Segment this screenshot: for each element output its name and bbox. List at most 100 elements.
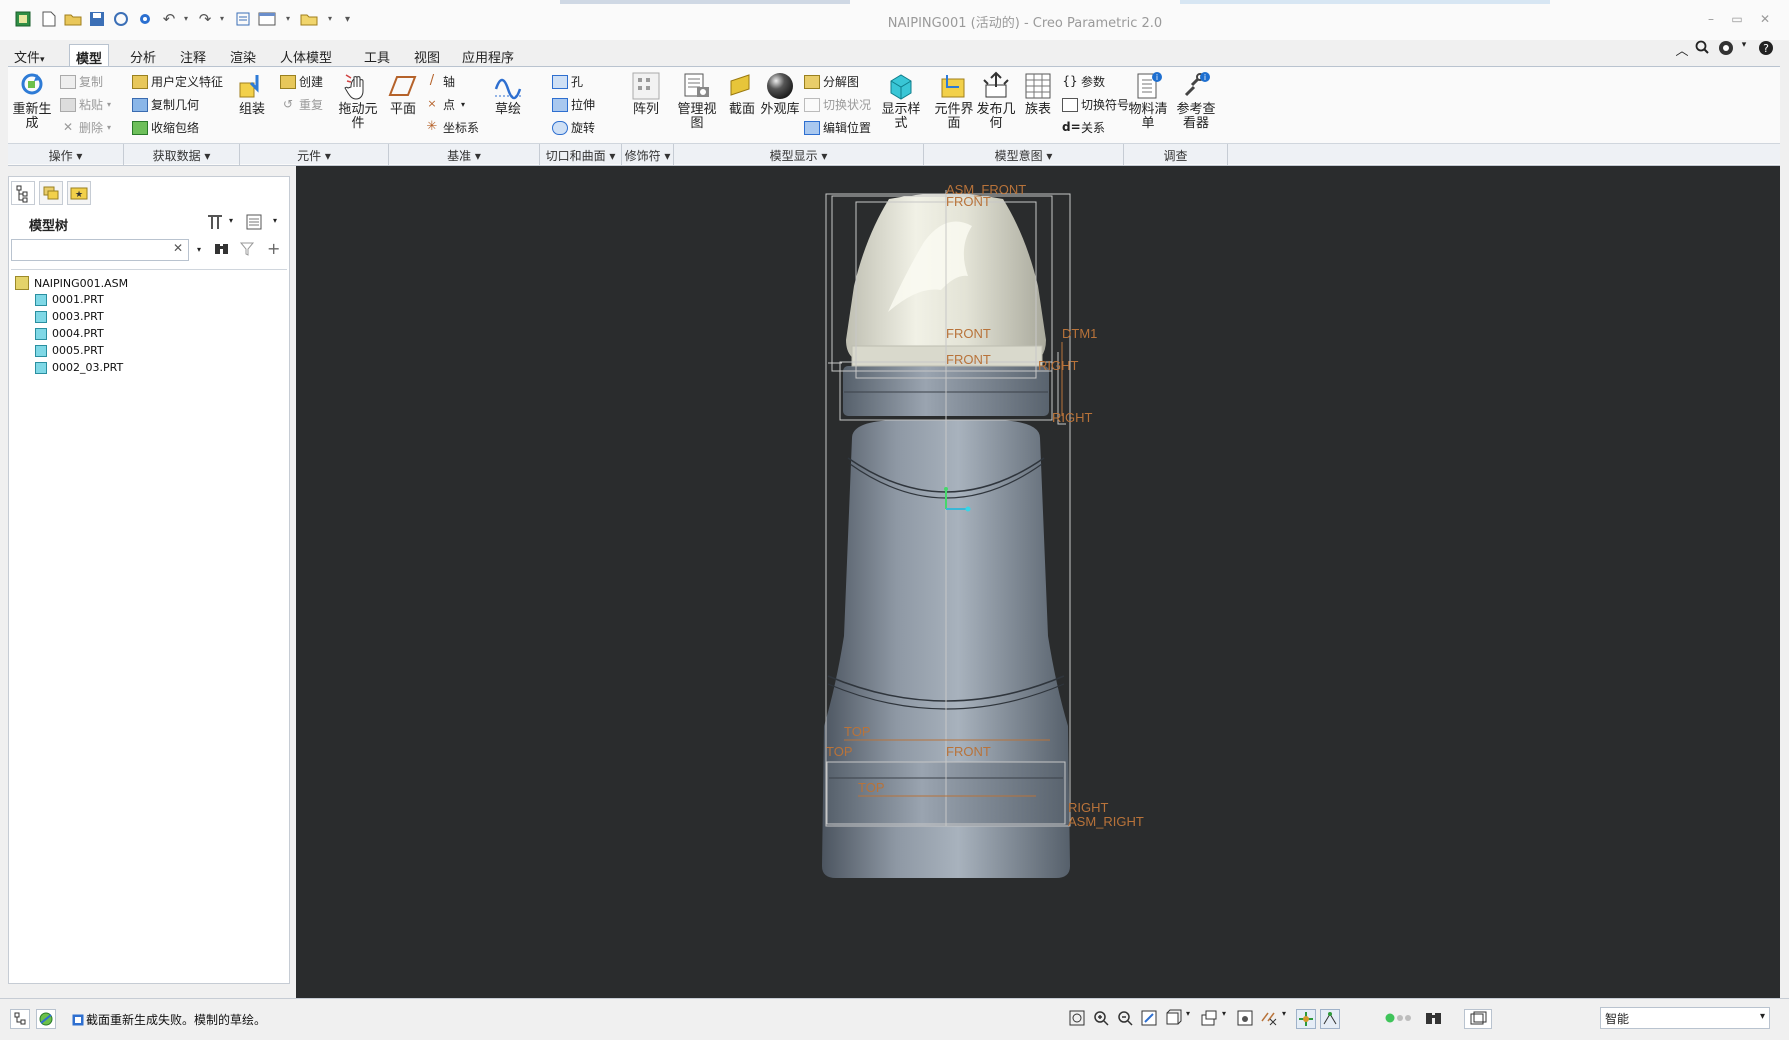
tab-annotate[interactable]: 注释	[174, 44, 212, 66]
folder-browser-tab[interactable]	[39, 181, 63, 205]
minimize-icon[interactable]: –	[1700, 12, 1722, 26]
csys-button[interactable]: ✳ 坐标系	[424, 119, 479, 136]
regenerate-list-icon[interactable]	[234, 10, 252, 28]
windows-icon[interactable]	[258, 10, 276, 28]
group-datum[interactable]: 基准 ▾	[389, 144, 540, 165]
undo-dropdown-icon[interactable]: ▾	[184, 14, 188, 23]
favorites-tab[interactable]: ★	[67, 181, 91, 205]
axis-button[interactable]: / 轴	[424, 73, 455, 90]
refit-icon[interactable]	[1068, 1009, 1088, 1029]
point-button[interactable]: × 点 ▾	[424, 96, 465, 113]
model-tree-tab[interactable]	[11, 181, 35, 205]
toggle-status-button[interactable]: 切换状况	[804, 96, 871, 113]
tab-applications[interactable]: 应用程序	[456, 44, 520, 66]
search-icon[interactable]	[1693, 40, 1711, 58]
spin-center-icon[interactable]	[1296, 1009, 1316, 1029]
find-binoculars-icon[interactable]	[1424, 1009, 1444, 1029]
close-icon[interactable]: ✕	[1754, 12, 1776, 26]
drag-components-button[interactable]: 拖动元件	[336, 71, 380, 131]
group-get-data[interactable]: 获取数据 ▾	[124, 144, 240, 165]
settings-icon[interactable]	[136, 10, 154, 28]
undo-icon[interactable]: ↶	[160, 10, 178, 28]
group-model-display[interactable]: 模型显示 ▾	[674, 144, 924, 165]
copy-geometry-button[interactable]: 复制几何	[132, 96, 199, 113]
tree-settings-dropdown-icon[interactable]: ▾	[229, 216, 233, 225]
windows-dropdown-icon[interactable]: ▾	[286, 14, 290, 23]
datum-display-icon[interactable]	[1260, 1009, 1280, 1029]
minimize-ribbon-icon[interactable]: ︿	[1673, 40, 1691, 59]
tree-item[interactable]: 0001.PRT	[35, 293, 104, 306]
selection-filter-select[interactable]: 智能 ▾	[1600, 1007, 1770, 1029]
clear-search-icon[interactable]: ✕	[173, 241, 183, 255]
tab-render[interactable]: 渲染	[224, 44, 262, 66]
publish-geometry-button[interactable]: 发布几何	[976, 71, 1016, 131]
saved-orientations-icon[interactable]	[1164, 1009, 1184, 1029]
app-icon[interactable]	[14, 10, 32, 28]
community-dropdown-icon[interactable]: ▾	[1735, 40, 1753, 58]
shrinkwrap-button[interactable]: 收缩包络	[132, 119, 199, 136]
manage-views-button[interactable]: 管理视图	[676, 71, 718, 131]
parameters-button[interactable]: {} 参数	[1062, 73, 1105, 90]
selection-buffer-icon[interactable]	[1464, 1009, 1492, 1029]
redo-dropdown-icon[interactable]: ▾	[220, 14, 224, 23]
redo-icon[interactable]: ↷	[196, 10, 214, 28]
show-columns-icon[interactable]	[245, 213, 263, 234]
group-component[interactable]: 元件 ▾	[240, 144, 389, 165]
search-dropdown-icon[interactable]: ▾	[197, 245, 201, 254]
regenerate-button[interactable]: 重新生成	[10, 71, 54, 131]
display-style-button[interactable]: 显示样式	[880, 71, 922, 131]
tree-root-item[interactable]: NAIPING001.ASM	[15, 276, 128, 290]
find-binoculars-icon[interactable]	[213, 241, 231, 260]
repeat-button[interactable]: ↺ 重复	[280, 96, 323, 113]
view-manager-icon[interactable]	[1200, 1009, 1220, 1029]
plane-button[interactable]: 平面	[383, 71, 423, 117]
group-investigate[interactable]: 调查	[1124, 144, 1228, 165]
perspective-icon[interactable]	[1236, 1009, 1256, 1029]
zoom-out-icon[interactable]	[1116, 1009, 1136, 1029]
community-icon[interactable]	[1717, 40, 1735, 58]
annotation-display-icon[interactable]	[1320, 1009, 1340, 1029]
exploded-view-button[interactable]: 分解图	[804, 73, 859, 90]
tree-search-input[interactable]	[11, 239, 189, 261]
tree-settings-icon[interactable]	[205, 213, 225, 234]
toggle-browser-icon[interactable]	[36, 1009, 56, 1029]
assemble-button[interactable]: 组装	[230, 71, 274, 117]
hole-button[interactable]: 孔	[552, 73, 583, 90]
group-cuts-surfaces[interactable]: 切口和曲面 ▾	[540, 144, 622, 165]
group-model-intent[interactable]: 模型意图 ▾	[924, 144, 1124, 165]
edit-position-button[interactable]: 编辑位置	[804, 119, 871, 136]
toggle-navigator-icon[interactable]	[10, 1009, 30, 1029]
tab-model[interactable]: 模型	[69, 44, 110, 67]
show-dropdown-icon[interactable]: ▾	[273, 216, 277, 225]
pattern-button[interactable]: 阵列	[626, 71, 666, 117]
switch-symbols-button[interactable]: 切换符号	[1062, 96, 1129, 113]
bom-button[interactable]: i 物料清单	[1128, 71, 1168, 131]
tree-item[interactable]: 0003.PRT	[35, 310, 104, 323]
reference-viewer-button[interactable]: i 参考查看器	[1174, 71, 1218, 131]
new-file-icon[interactable]	[40, 10, 58, 28]
tab-file[interactable]: 文件▾	[8, 44, 51, 66]
filter-icon[interactable]	[239, 241, 255, 260]
sketch-button[interactable]: 草绘	[488, 71, 528, 117]
open-folder-icon[interactable]	[64, 10, 82, 28]
zoom-in-icon[interactable]	[1092, 1009, 1112, 1029]
save-icon[interactable]	[88, 10, 106, 28]
family-table-button[interactable]: 族表	[1018, 71, 1058, 117]
regeneration-status-icon[interactable]	[1384, 1009, 1411, 1029]
tab-view[interactable]: 视图	[408, 44, 446, 66]
create-button[interactable]: 创建	[280, 73, 323, 90]
close-dropdown-icon[interactable]: ▾	[328, 14, 332, 23]
group-operations[interactable]: 操作 ▾	[8, 144, 124, 165]
component-interface-button[interactable]: 元件界面	[934, 71, 974, 131]
delete-button[interactable]: ✕ 删除 ▾	[60, 119, 111, 136]
section-button[interactable]: 截面	[722, 71, 762, 117]
maximize-icon[interactable]: ▭	[1726, 12, 1748, 26]
udf-button[interactable]: 用户定义特征	[132, 73, 223, 90]
regenerate-quick-icon[interactable]	[112, 10, 130, 28]
relations-button[interactable]: d= 关系	[1062, 119, 1105, 136]
tree-item[interactable]: 0005.PRT	[35, 344, 104, 357]
paste-button[interactable]: 粘贴 ▾	[60, 96, 111, 113]
tree-item[interactable]: 0002_03.PRT	[35, 361, 123, 374]
extrude-button[interactable]: 拉伸	[552, 96, 595, 113]
graphics-window[interactable]: ASM_FRONT FRONT FRONT FRONT DTM1 RIGHT R…	[296, 166, 1780, 998]
